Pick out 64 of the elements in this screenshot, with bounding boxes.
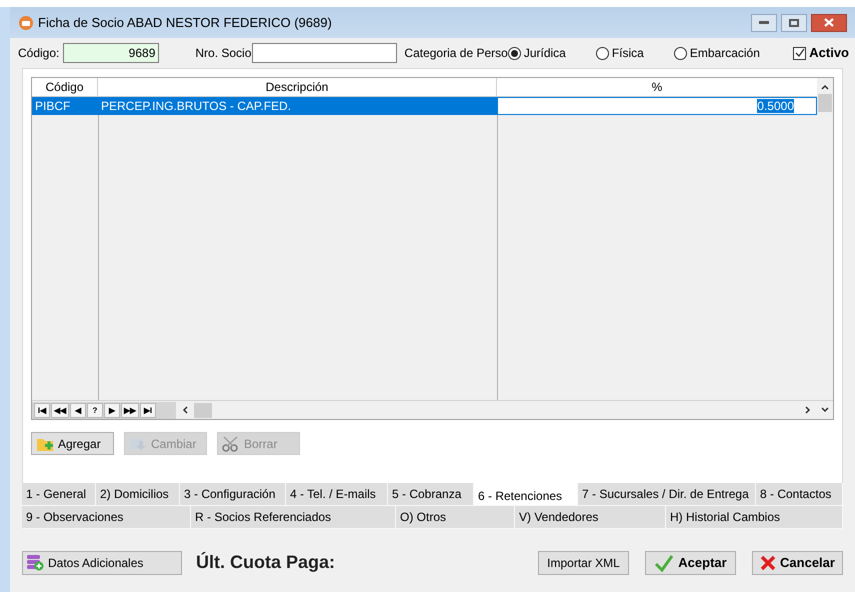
- radio-button[interactable]: [508, 46, 521, 60]
- add-button[interactable]: Agregar: [31, 432, 114, 455]
- additional-data-button[interactable]: Datos Adicionales: [22, 550, 182, 574]
- tab[interactable]: R - Socios Referenciados: [191, 506, 396, 529]
- check-icon: [654, 554, 674, 572]
- accept-button[interactable]: Aceptar: [645, 550, 736, 574]
- radio-button[interactable]: [596, 46, 609, 60]
- table-row[interactable]: PIBCF PERCEP.ING.BRUTOS - CAP.FED. 0.5000: [32, 97, 817, 115]
- member-number-label: Nro. Socio: [195, 45, 252, 62]
- tab[interactable]: 9 - Observaciones: [22, 506, 191, 529]
- cross-icon: [760, 554, 776, 570]
- checkbox-label: Activo: [809, 44, 849, 62]
- navigator-button[interactable]: ▶: [104, 402, 120, 418]
- database-plus-icon: [26, 554, 44, 571]
- last-fee-label: Últ. Cuota Paga:: [196, 551, 336, 574]
- tab[interactable]: 8 - Contactos: [756, 483, 843, 506]
- checkbox[interactable]: [793, 46, 806, 60]
- tab[interactable]: 5 - Cobranza: [388, 483, 474, 506]
- radio-label: Embarcación: [690, 45, 760, 62]
- table-cell-text: PIBCF: [34, 98, 72, 115]
- import-xml-button[interactable]: Importar XML: [538, 550, 629, 574]
- column-header[interactable]: Descripción: [98, 78, 497, 96]
- tab[interactable]: O) Otros: [396, 506, 515, 529]
- tab[interactable]: 1 - General: [22, 483, 96, 506]
- table-cell-text: PERCEP.ING.BRUTOS - CAP.FED.: [100, 98, 292, 115]
- close-icon: [824, 18, 834, 27]
- scroll-thumb[interactable]: [818, 94, 832, 112]
- tab[interactable]: 2) Domicilios: [96, 483, 180, 506]
- person-category-label: Categoria de Perso: [404, 45, 508, 62]
- code-field[interactable]: 9689: [63, 43, 160, 63]
- tab[interactable]: V) Vendedores: [515, 506, 666, 529]
- tab[interactable]: 7 - Sucursales / Dir. de Entrega: [578, 483, 756, 506]
- minimize-icon: [759, 20, 769, 24]
- maximize-button[interactable]: [781, 14, 807, 32]
- column-header[interactable]: %: [497, 78, 817, 96]
- tab[interactable]: H) Historial Cambios: [666, 506, 843, 529]
- scroll-down-icon: [821, 407, 829, 413]
- minimize-button[interactable]: [751, 14, 777, 32]
- app-icon: [18, 14, 34, 30]
- tab[interactable]: 6 - Retenciones: [474, 483, 578, 506]
- tab[interactable]: 3 - Configuración: [180, 483, 286, 506]
- navigator-button[interactable]: ▶▶: [121, 402, 139, 418]
- navigator-button[interactable]: I◀: [34, 402, 50, 418]
- navigator-button[interactable]: ▶I: [140, 402, 156, 418]
- cancel-button[interactable]: Cancelar: [752, 550, 843, 574]
- scissors-icon: [222, 436, 240, 452]
- restore-icon: [789, 18, 799, 26]
- window-title: Ficha de Socio ABAD NESTOR FEDERICO (9689): [38, 14, 332, 32]
- radio-label: Jurídica: [524, 45, 566, 62]
- tab[interactable]: 4 - Tel. / E-mails: [286, 483, 388, 506]
- code-label: Código:: [18, 45, 60, 62]
- radio-label: Física: [612, 45, 644, 62]
- percent-field[interactable]: 0.5000: [497, 97, 817, 115]
- scroll-left-icon: [182, 406, 188, 414]
- radio-button[interactable]: [674, 46, 687, 60]
- navigator-button[interactable]: ◀◀: [51, 402, 69, 418]
- scroll-up-icon: [821, 84, 829, 90]
- navigator-button[interactable]: ◀: [70, 402, 86, 418]
- navigator-button[interactable]: ?: [87, 402, 103, 418]
- member-number-field[interactable]: [252, 43, 398, 63]
- scroll-thumb[interactable]: [194, 402, 212, 418]
- scroll-right-icon: [805, 406, 811, 414]
- column-header[interactable]: Código: [32, 78, 98, 96]
- close-button[interactable]: [811, 14, 847, 32]
